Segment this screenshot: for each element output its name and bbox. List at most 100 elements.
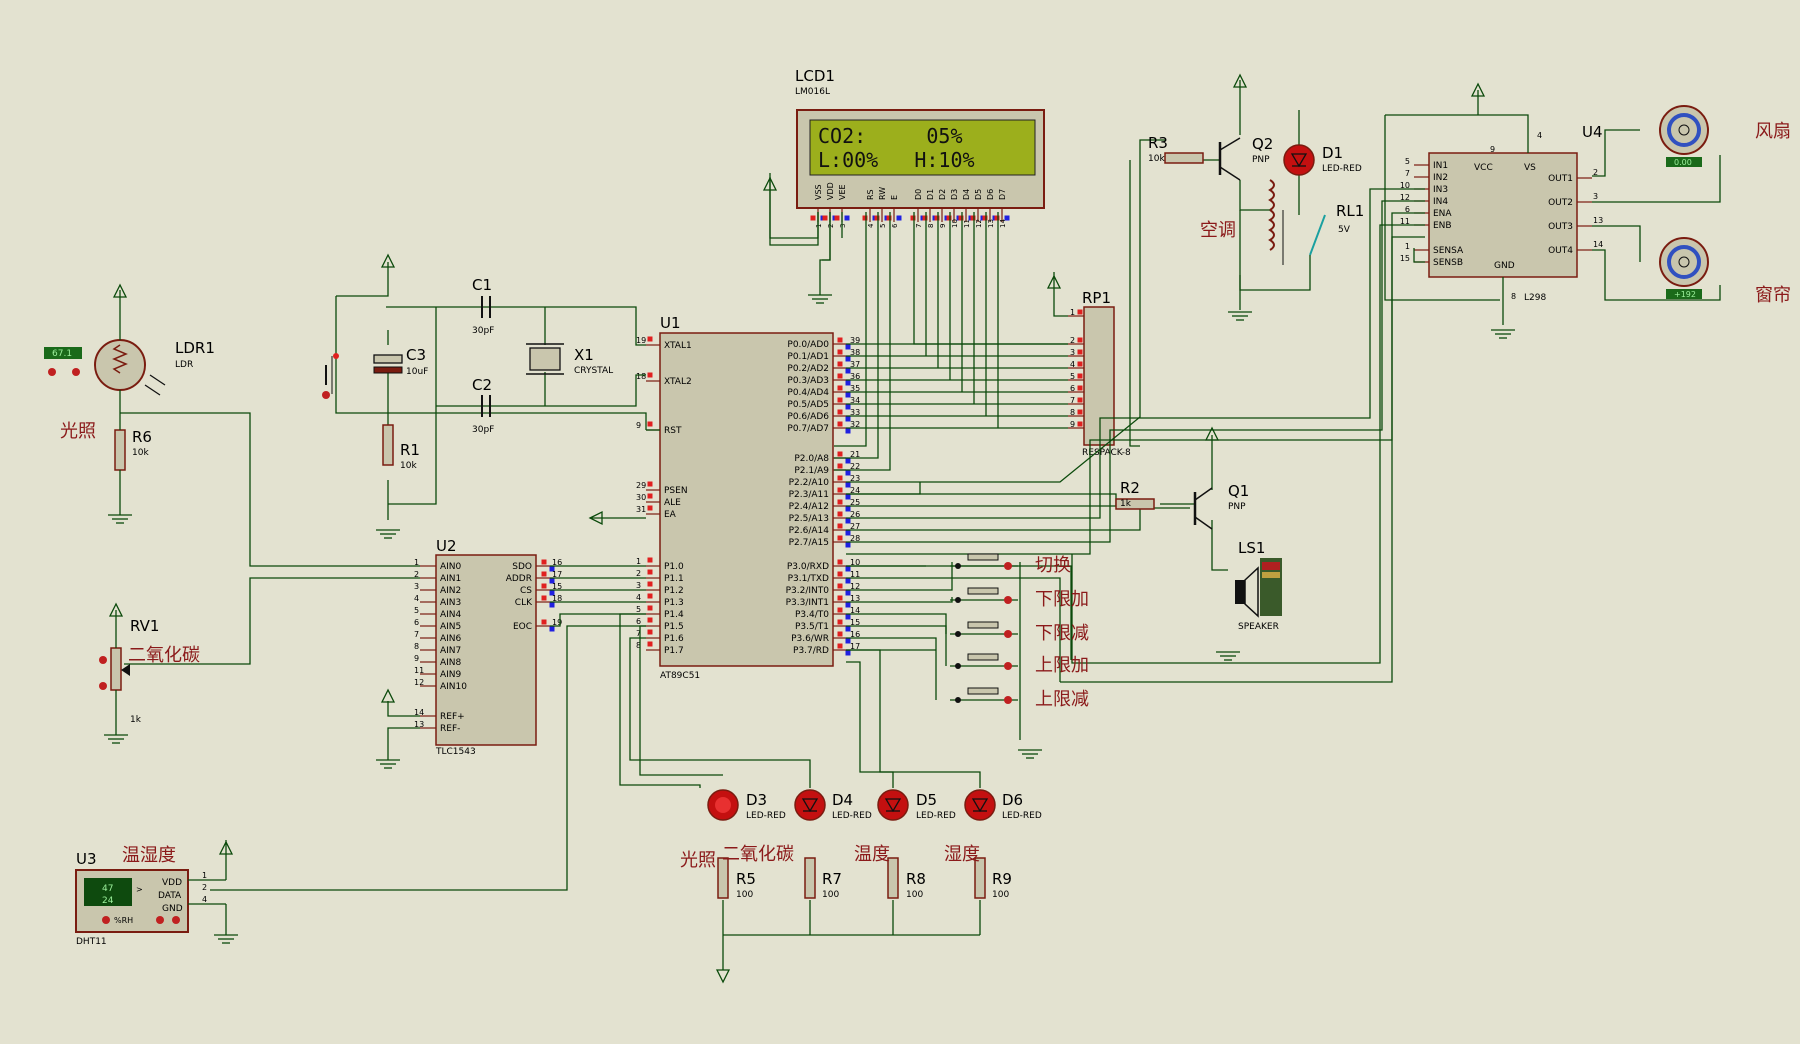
- mcu-pin-num: 18: [636, 372, 646, 381]
- led-d5[interactable]: D5 LED-RED: [877, 789, 956, 821]
- mcu-pin-label: P3.0/RXD: [787, 562, 829, 572]
- respack-ref: RP1: [1082, 289, 1111, 307]
- adc-pin-label: ADDR: [506, 574, 532, 584]
- led-d1[interactable]: D1 LED-RED: [1283, 144, 1362, 176]
- mcu-pin-label: P1.7: [664, 646, 684, 656]
- mcu-pin-num: 3: [636, 581, 641, 590]
- mcu-pin-label: P0.5/AD5: [787, 400, 829, 410]
- mcu-pin-label: P1.6: [664, 634, 684, 644]
- adc-pin-num: 6: [414, 618, 419, 627]
- switch-label: 切换: [1035, 555, 1071, 576]
- mcu-pin-num: 29: [636, 481, 646, 490]
- potentiometer-rv1[interactable]: RV1 1k: [99, 610, 159, 735]
- transistor-q1[interactable]: Q1 PNP: [1193, 482, 1249, 530]
- respack-pin-num: 6: [1070, 384, 1075, 393]
- mcu-pin-label: P0.4/AD4: [787, 388, 829, 398]
- lcd-model: LM016L: [795, 87, 830, 97]
- motor-fan[interactable]: 0.00: [1659, 105, 1709, 167]
- label-light-ldr: 光照: [60, 421, 96, 442]
- led-model: LED-RED: [1002, 811, 1042, 821]
- adc-pin-label: REF-: [440, 724, 460, 734]
- dht-pin1: 1: [202, 871, 207, 880]
- q1-type: PNP: [1228, 502, 1246, 512]
- mcu-pin-label: P0.6/AD6: [787, 412, 829, 422]
- adc-pin-label: EOC: [513, 622, 532, 632]
- mcu-pin-label: P3.4/T0: [795, 610, 829, 620]
- crystal-x1[interactable]: X1 CRYSTAL: [526, 343, 613, 376]
- ground-symbol: [108, 514, 132, 524]
- dht-temp: 47: [102, 884, 113, 894]
- driver-pin-label: OUT3: [1548, 222, 1573, 232]
- ground-symbol: [1228, 311, 1252, 321]
- adc-pin-label: AIN7: [440, 646, 461, 656]
- driver-pin9: 9: [1490, 145, 1495, 154]
- mcu-pin-label: ALE: [664, 498, 681, 508]
- resistor-r9[interactable]: R9100: [974, 857, 1012, 900]
- driver-pin-num: 1: [1405, 242, 1410, 251]
- dht-vdd: VDD: [162, 878, 182, 888]
- adc-pin-num: 3: [414, 582, 419, 591]
- capacitor-c1[interactable]: C1 30pF: [472, 276, 494, 336]
- power-arrow: [380, 688, 396, 703]
- led-model: LED-RED: [832, 811, 872, 821]
- mcu-pin-label: P0.2/AD2: [787, 364, 829, 374]
- lcd-module[interactable]: CO2: 05% L:00% H:10% LCD1 LM016L VSS 1 VDD…: [795, 67, 1045, 228]
- mcu-pin-label: P3.3/INT1: [786, 598, 829, 608]
- lcd-pin-num: 2: [827, 224, 835, 228]
- ground-symbol: [104, 734, 128, 744]
- driver-gnd-label: GND: [1494, 261, 1515, 271]
- led-ref: D6: [1002, 791, 1023, 809]
- ldr-model: LDR: [175, 360, 193, 370]
- lcd-pin-num: 9: [939, 224, 947, 228]
- capacitor-c3[interactable]: C3 10uF: [373, 346, 428, 377]
- resistor-r1[interactable]: R110k: [382, 424, 420, 471]
- ground-symbol: [214, 934, 238, 944]
- motor-curtain[interactable]: +192: [1659, 237, 1709, 299]
- adc-pin-label: REF+: [440, 712, 465, 722]
- resistor-ref: R9: [992, 870, 1012, 888]
- adc-tlc1543[interactable]: U2 TLC1543 AIN01AIN12AIN23AIN34AIN45AIN5…: [414, 537, 562, 757]
- resistor-r6[interactable]: R610k: [114, 428, 152, 471]
- q2-ref: Q2: [1252, 135, 1273, 153]
- adc-pin-num: 7: [414, 630, 419, 639]
- ldr-sensor[interactable]: 67.1 LDR1 LDR: [44, 290, 215, 515]
- resistor-r8[interactable]: R8100: [887, 857, 926, 900]
- respack-pin-num: 5: [1070, 372, 1075, 381]
- push-switch-1[interactable]: 切换: [950, 553, 1071, 576]
- resistor-r7[interactable]: R7100: [804, 857, 842, 900]
- driver-model: L298: [1524, 293, 1546, 303]
- resistor-r3[interactable]: R310k: [1148, 134, 1204, 164]
- driver-pin-label: IN3: [1433, 185, 1448, 195]
- relay-rl1[interactable]: RL1 5V: [1268, 179, 1364, 265]
- led-d6[interactable]: D6 LED-RED: [964, 789, 1042, 821]
- lcd-line1: CO2: 05%: [818, 124, 963, 148]
- respack-pin-num: 1: [1070, 308, 1075, 317]
- respack-model: RESPACK-8: [1082, 448, 1131, 458]
- transistor-q2[interactable]: Q2 PNP: [1218, 135, 1273, 181]
- resistor-val: 1k: [1120, 499, 1132, 509]
- led-d3[interactable]: D3 LED-RED: [707, 789, 786, 821]
- mcu-at89c51[interactable]: U1 AT89C51 XTAL1 19 XTAL2 18 RST 9 PSEN 29 ALE 30…: [636, 314, 860, 681]
- mcu-pin-label: P2.4/A12: [789, 502, 829, 512]
- driver-pin-label: ENA: [1433, 209, 1452, 219]
- led-d4[interactable]: D4 LED-RED: [794, 789, 872, 821]
- mcu-pin-num: 31: [636, 505, 646, 514]
- respack-pin-num: 8: [1070, 408, 1075, 417]
- dht-unit: %RH: [114, 916, 133, 925]
- lcd-pin-num: 8: [927, 224, 935, 228]
- led-ref: D4: [832, 791, 853, 809]
- speaker-ls1[interactable]: LS1 SPEAKER: [1235, 539, 1282, 632]
- resistor-r2[interactable]: R21k: [1115, 479, 1155, 510]
- mcu-pin-label: EA: [664, 510, 677, 520]
- lcd-pin-label: RS: [866, 189, 875, 200]
- dht-pin4: 4: [202, 895, 207, 904]
- mcu-pin-label: P2.2/A10: [789, 478, 830, 488]
- dht-model: DHT11: [76, 937, 107, 947]
- adc-pin-label: AIN5: [440, 622, 461, 632]
- lcd-line2: L:00% H:10%: [818, 148, 975, 172]
- motor-driver-l298[interactable]: U4 L298 IN15IN27IN310IN412ENA6ENB11SENSA…: [1400, 123, 1603, 303]
- mcu-ref: U1: [660, 314, 681, 332]
- lcd-pin-label: VEE: [838, 184, 847, 200]
- c2-val: 30pF: [472, 425, 494, 435]
- mcu-pin-label: RST: [664, 426, 682, 436]
